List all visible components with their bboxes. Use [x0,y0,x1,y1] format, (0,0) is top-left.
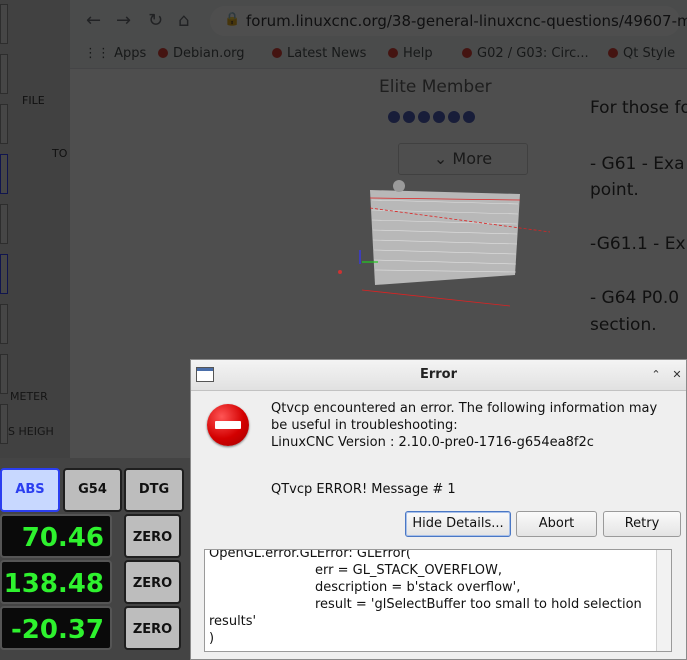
abs-button[interactable]: ABS [0,468,60,512]
side-button[interactable] [0,54,8,94]
member-rank: Elite Member [379,77,492,97]
dro-y-value: 138.48 [0,560,112,604]
details-line: OpenGL.error.GLError: GLError( [209,549,411,561]
rank-star-icon [463,111,475,123]
zero-z-button[interactable]: ZERO [124,606,181,650]
details-line: results' [209,614,257,629]
height-label: S HEIGH [8,425,54,438]
post-line: For those fo [590,98,687,118]
bookmarks-bar: ⋮⋮ Apps Debian.org Latest News Help G02 … [70,42,687,69]
side-button[interactable] [0,104,8,144]
details-line: err = GL_STACK_OVERFLOW, [315,563,503,578]
side-button[interactable] [0,204,8,244]
browser-toolbar: ← → ↻ ⌂ 🔒 forum.linuxcnc.org/38-general-… [70,0,687,42]
lock-icon: 🔒 [224,12,241,27]
meter-label: METER [10,390,48,403]
post-line: - G61 - Exa [590,154,685,174]
linuxcnc-version: LinuxCNC Version : 2.10.0-pre0-1716-g654… [271,435,594,450]
bookmark-apps[interactable]: ⋮⋮ Apps [84,46,146,61]
dialog-title: Error [419,367,458,382]
bookmark-latest-news[interactable]: Latest News [272,46,366,61]
close-icon[interactable]: ✕ [668,366,686,384]
cnc-side-panel: FILE TO METER S HEIGH [0,0,70,460]
news-icon [272,48,282,58]
rank-star-icon [388,111,400,123]
toolpath-preview[interactable] [320,180,550,320]
url-text: forum.linuxcnc.org/38-general-linuxcnc-q… [246,12,687,30]
dro-z-value: -20.37 [0,606,112,650]
error-message-line: Qtvcp encountered an error. The followin… [271,401,658,416]
bookmark-debian[interactable]: Debian.org [158,46,245,61]
chevron-down-icon: ⌄ [433,149,453,168]
rank-stars [388,108,478,127]
bookmark-qt-style[interactable]: Qt Style [608,46,675,61]
origin-marker [338,270,342,274]
abort-button[interactable]: Abort [516,511,597,537]
zero-x-button[interactable]: ZERO [124,514,181,558]
rank-star-icon [448,111,460,123]
qt-icon [608,48,618,58]
details-line: ) [209,631,215,646]
reload-icon[interactable]: ↻ [148,10,163,31]
post-line: point. [590,180,639,200]
post-line: -G61.1 - Ex [590,234,686,254]
back-icon[interactable]: ← [86,10,101,31]
details-scrollbar[interactable] [656,550,671,651]
error-message-id: QTvcp ERROR! Message # 1 [271,482,456,497]
side-button[interactable] [0,354,8,394]
tab-to[interactable]: TO [52,147,67,160]
dtg-button[interactable]: DTG [124,468,184,512]
apps-icon: ⋮⋮ [84,46,115,61]
forward-icon[interactable]: → [116,10,131,31]
side-button[interactable] [0,304,8,344]
side-button[interactable] [0,254,8,294]
details-line: description = b'stack overflow', [315,580,521,595]
side-button[interactable] [0,404,8,444]
zero-y-button[interactable]: ZERO [124,560,181,604]
post-line: - G64 P0.0 [590,288,680,308]
bookmark-g02-g03[interactable]: G02 / G03: Circ... [462,46,589,61]
error-message-line: be useful in troubleshooting: [271,418,458,433]
details-line: result = 'glSelectBuffer too small to ho… [315,597,642,612]
error-icon [207,404,249,446]
more-button[interactable]: ⌄ More [398,143,528,175]
rank-star-icon [403,111,415,123]
gcode-icon [462,48,472,58]
error-dialog: Error ⌃ ✕ Qtvcp encountered an error. Th… [190,359,687,660]
rank-star-icon [433,111,445,123]
side-button[interactable] [0,154,8,194]
help-icon [388,48,398,58]
tool-marker [393,180,405,192]
hide-details-button[interactable]: Hide Details... [405,511,511,537]
home-icon[interactable]: ⌂ [178,10,189,31]
post-line: section. [590,315,657,335]
bookmark-help[interactable]: Help [388,46,433,61]
details-text-area[interactable]: OpenGL.error.GLError: GLError( err = GL_… [204,549,672,652]
g54-button[interactable]: G54 [63,468,122,512]
tab-file[interactable]: FILE [22,94,45,107]
debian-icon [158,48,168,58]
dro-x-value: 70.46 [0,514,112,558]
address-bar[interactable]: 🔒 forum.linuxcnc.org/38-general-linuxcnc… [210,6,687,36]
side-button[interactable] [0,4,8,44]
rank-star-icon [418,111,430,123]
maximize-icon[interactable]: ⌃ [647,366,665,384]
dimension-line [361,289,511,307]
dialog-titlebar[interactable]: Error ⌃ ✕ [191,360,686,391]
retry-button[interactable]: Retry [603,511,681,537]
